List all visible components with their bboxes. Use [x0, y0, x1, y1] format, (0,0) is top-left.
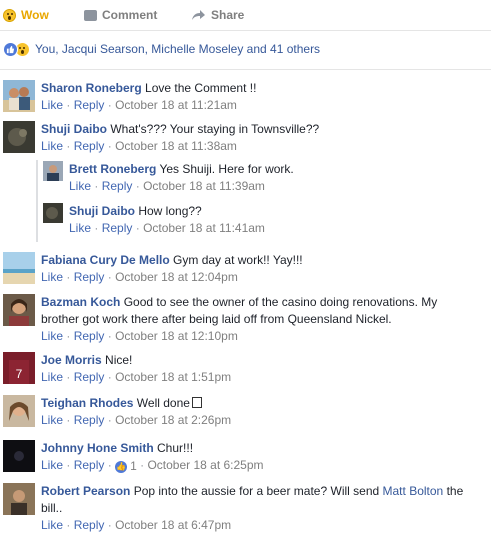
reply-link[interactable]: Reply — [102, 179, 133, 193]
comment-item: Fabiana Cury De Mello Gym day at work!! … — [3, 252, 303, 286]
reply-link[interactable]: Reply — [74, 98, 105, 112]
comment-text: Gym day at work!! Yay!!! — [173, 253, 303, 267]
unrendered-emoji-icon — [191, 397, 202, 408]
avatar[interactable] — [3, 80, 35, 112]
wow-reaction-button[interactable]: Wow — [3, 7, 49, 23]
comment-text: Love the Comment !! — [145, 81, 257, 95]
comment-text-tail: the — [446, 484, 464, 498]
reply-link[interactable]: Reply — [74, 329, 105, 343]
comment-author[interactable]: Johnny Hone Smith — [41, 441, 154, 455]
comment-author[interactable]: Shuji Daibo — [69, 204, 135, 218]
comment-author[interactable]: Joe Morris — [41, 353, 102, 367]
wow-label: Wow — [21, 8, 49, 22]
comment-text: Good to see the owner of the casino doin… — [123, 295, 438, 309]
mention-link[interactable]: Matt Bolton — [383, 484, 444, 498]
avatar[interactable] — [3, 395, 35, 427]
post-action-bar: Wow Comment Share — [0, 0, 491, 30]
share-button[interactable]: Share — [191, 7, 244, 23]
like-link[interactable]: Like — [41, 458, 63, 472]
comment-timestamp[interactable]: October 18 at 1:51pm — [115, 370, 231, 384]
comment-author[interactable]: Shuji Daibo — [41, 122, 107, 136]
comment-timestamp[interactable]: October 18 at 11:41am — [143, 221, 265, 235]
avatar[interactable]: 7 — [3, 352, 35, 384]
avatar[interactable] — [3, 252, 35, 284]
comment-author[interactable]: Sharon Roneberg — [41, 81, 142, 95]
comment-timestamp[interactable]: October 18 at 6:25pm — [147, 458, 263, 472]
reply-link[interactable]: Reply — [74, 458, 105, 472]
comment-item: Johnny Hone Smith Chur!!! Like · Reply ·… — [3, 440, 264, 475]
share-label: Share — [211, 8, 245, 22]
comment-item: Sharon Roneberg Love the Comment !! Like… — [3, 80, 256, 114]
like-link[interactable]: Like — [41, 98, 63, 112]
comment-item: 7 Joe Morris Nice! Like · Reply · Octobe… — [3, 352, 231, 386]
comment-timestamp[interactable]: October 18 at 11:39am — [143, 179, 265, 193]
like-link[interactable]: Like — [41, 139, 63, 153]
comment-timestamp[interactable]: October 18 at 12:04pm — [115, 270, 238, 284]
comment-item: Bazman Koch Good to see the owner of the… — [3, 294, 437, 345]
comment-timestamp[interactable]: October 18 at 12:10pm — [115, 329, 238, 343]
comment-author[interactable]: Robert Pearson — [41, 484, 130, 498]
reactions-text[interactable]: You, Jacqui Searson, Michelle Moseley an… — [35, 42, 320, 56]
svg-text:7: 7 — [16, 367, 23, 381]
reply-link[interactable]: Reply — [74, 270, 105, 284]
like-link[interactable]: Like — [41, 413, 63, 427]
comment-item: Robert Pearson Pop into the aussie for a… — [3, 483, 463, 534]
avatar[interactable] — [3, 121, 35, 153]
reply-link[interactable]: Reply — [74, 139, 105, 153]
like-reaction-icon — [3, 41, 18, 57]
comment-text: Well done — [136, 396, 190, 410]
divider — [0, 69, 491, 70]
wow-icon — [3, 8, 16, 22]
comment-author[interactable]: Fabiana Cury De Mello — [41, 253, 170, 267]
comment-timestamp[interactable]: October 18 at 11:21am — [115, 98, 237, 112]
like-link[interactable]: Like — [41, 518, 63, 532]
reply-link[interactable]: Reply — [74, 370, 105, 384]
reply-item: Shuji Daibo How long?? Like · Reply · Oc… — [43, 203, 265, 237]
comment-text-continued: bill.. — [41, 501, 63, 515]
share-arrow-icon — [192, 10, 205, 20]
comment-text: Yes Shuiji. Here for work. — [159, 162, 294, 176]
like-link[interactable]: Like — [69, 179, 91, 193]
like-link[interactable]: Like — [69, 221, 91, 235]
comment-text-continued: brother got work there after being laid … — [41, 312, 392, 326]
avatar[interactable] — [43, 161, 63, 181]
divider — [0, 30, 491, 31]
reply-link[interactable]: Reply — [74, 518, 105, 532]
avatar[interactable] — [3, 440, 35, 472]
comment-timestamp[interactable]: October 18 at 6:47pm — [115, 518, 231, 532]
comment-text: Pop into the aussie for a beer mate? Wil… — [133, 484, 380, 498]
avatar[interactable] — [3, 483, 35, 515]
like-count-icon: 👍 — [115, 460, 128, 473]
comment-author[interactable]: Teighan Rhodes — [41, 396, 133, 410]
reactions-summary[interactable]: You, Jacqui Searson, Michelle Moseley an… — [3, 40, 320, 58]
comment-timestamp[interactable]: October 18 at 2:26pm — [115, 413, 231, 427]
avatar[interactable] — [3, 294, 35, 326]
comment-label: Comment — [102, 8, 158, 22]
comment-item: Shuji Daibo What's??? Your staying in To… — [3, 121, 319, 155]
comment-text: Chur!!! — [157, 441, 194, 455]
comment-like-count[interactable]: 👍 1 — [115, 458, 137, 475]
reply-link[interactable]: Reply — [102, 221, 133, 235]
reply-item: Brett Roneberg Yes Shuiji. Here for work… — [43, 161, 294, 195]
like-link[interactable]: Like — [41, 270, 63, 284]
comment-timestamp[interactable]: October 18 at 11:38am — [115, 139, 237, 153]
reply-thread-line — [36, 160, 38, 242]
avatar[interactable] — [43, 203, 63, 223]
comment-icon — [84, 9, 97, 21]
comment-text: How long?? — [138, 204, 202, 218]
comment-author[interactable]: Brett Roneberg — [69, 162, 156, 176]
like-link[interactable]: Like — [41, 370, 63, 384]
comment-item: Teighan Rhodes Well done Like · Reply · … — [3, 395, 231, 429]
reply-link[interactable]: Reply — [74, 413, 105, 427]
comment-text: What's??? Your staying in Townsville?? — [110, 122, 320, 136]
comment-author[interactable]: Bazman Koch — [41, 295, 120, 309]
like-link[interactable]: Like — [41, 329, 63, 343]
comment-text: Nice! — [105, 353, 133, 367]
comment-button[interactable]: Comment — [84, 7, 157, 23]
